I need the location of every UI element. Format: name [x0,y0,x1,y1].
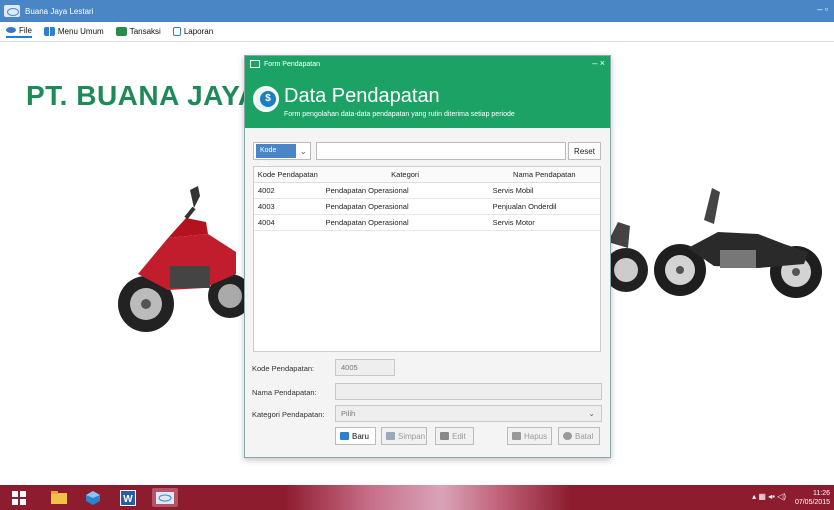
menu-file[interactable]: File [6,26,32,38]
column-header-nama[interactable]: Nama Pendapatan [489,167,600,182]
menu-menu-umum[interactable]: Menu Umum [43,27,104,36]
save-icon [386,432,395,440]
file-icon [6,27,16,33]
dialog-titlebar[interactable]: Form Pendapatan – × [245,56,610,72]
dialog-window-controls[interactable]: – × [592,58,605,68]
folder-icon [51,490,67,504]
edit-button[interactable]: Edit [435,427,474,445]
kategori-pendapatan-label: Kategori Pendapatan: [252,410,325,419]
edit-icon [440,432,449,440]
filter-field-select[interactable]: Kode Pe... ⌄ [253,142,311,168]
system-tray-icons[interactable]: ▴ ▦ ◂▪ ◁) [752,492,786,501]
system-clock[interactable]: 11:26 07/05/2015 [795,489,830,507]
dialog-header: Data Pendapatan Form pengolahan data-dat… [245,72,610,128]
menu-file-label: File [19,25,32,35]
app-logo-icon [4,5,20,17]
window-icon [250,60,260,68]
menu-laporan-label: Laporan [183,27,214,36]
table-row[interactable]: 4002 Pendapatan Operasional Servis Mobil [254,183,600,199]
batal-button[interactable]: Batal [558,427,600,445]
report-icon [172,27,181,36]
app-logo-icon [156,491,174,504]
company-name: PT. BUANA JAYA [26,80,259,111]
edit-button-label: Edit [452,431,466,441]
menu-transaksi-label: Tansaksi [129,27,161,36]
money-icon [253,86,279,112]
filter-search-input[interactable] [316,142,566,160]
filter-field-value: Kode Pe... [256,144,296,168]
table-header: Kode Pendapatan Kategori Nama Pendapatan [254,167,600,183]
column-header-kode[interactable]: Kode Pendapatan [254,167,322,182]
cancel-icon [563,432,572,440]
table-row[interactable]: 4003 Pendapatan Operasional Penjualan On… [254,199,600,215]
trash-icon [512,432,521,440]
svg-text:W: W [123,494,133,505]
dialog-header-title: Data Pendapatan [284,85,440,107]
cell-kode: 4002 [258,186,275,195]
new-icon [340,432,349,440]
taskbar-app-cube[interactable] [80,488,106,507]
menu-laporan[interactable]: Laporan [172,27,214,36]
word-icon: W [120,489,136,506]
taskbar-buana-app[interactable] [152,488,178,507]
grid-icon [43,27,55,36]
nama-pendapatan-label: Nama Pendapatan: [252,388,317,397]
chevron-down-icon: ⌄ [300,146,307,156]
menu-bar: File Menu Umum Tansaksi Laporan [0,22,834,42]
cell-kode: 4004 [258,218,275,227]
simpan-button-label: Simpan [398,431,426,441]
taskbar-file-explorer[interactable] [46,488,72,507]
column-header-kategori[interactable]: Kategori [322,167,489,182]
cell-kategori: Pendapatan Operasional [325,218,409,227]
kode-pendapatan-label: Kode Pendapatan: [252,364,315,373]
form-pendapatan-dialog: Form Pendapatan – × Data Pendapatan Form… [244,55,611,458]
clock-date: 07/05/2015 [794,499,830,506]
kategori-pendapatan-select[interactable]: Pilih ⌄ [335,405,602,422]
cell-nama: Penjualan Onderdil [492,202,557,211]
taskbar-wallpaper [285,485,570,510]
kode-pendapatan-field[interactable]: 4005 [335,359,395,376]
cell-kategori: Pendapatan Operasional [325,186,409,195]
cube-icon [86,490,100,505]
hapus-button[interactable]: Hapus [507,427,552,445]
taskbar-word[interactable]: W [115,488,141,507]
table-row[interactable]: 4004 Pendapatan Operasional Servis Motor [254,215,600,231]
app-titlebar: Buana Jaya Lestari – ▫ [0,0,834,22]
hapus-button-label: Hapus [524,431,548,441]
batal-button-label: Batal [575,431,594,441]
reset-button[interactable]: Reset [568,142,601,160]
chevron-down-icon: ⌄ [588,409,595,418]
transaction-icon [115,27,127,36]
motorcycle-right-image [608,188,822,298]
baru-button[interactable]: Baru [335,427,376,445]
nama-pendapatan-field[interactable] [335,383,602,400]
app-title: Buana Jaya Lestari [25,6,94,16]
baru-button-label: Baru [352,431,369,441]
cell-nama: Servis Mobil [492,186,534,195]
simpan-button[interactable]: Simpan [381,427,427,445]
cell-kode: 4003 [258,202,275,211]
dialog-window-title: Form Pendapatan [264,60,321,68]
dialog-header-subtitle: Form pengolahan data-data pendapatan yan… [284,111,515,118]
menu-menu-umum-label: Menu Umum [57,27,104,36]
motorcycle-left-image [118,186,248,332]
cell-kategori: Pendapatan Operasional [325,202,409,211]
kategori-pendapatan-value: Pilih [341,409,356,418]
taskbar: W ▴ ▦ ◂▪ ◁) 11:26 07/05/2015 [0,485,834,510]
clock-time: 11:26 [813,490,830,497]
menu-transaksi[interactable]: Tansaksi [115,27,161,36]
pendapatan-table: Kode Pendapatan Kategori Nama Pendapatan… [253,166,601,352]
start-button[interactable] [6,488,32,507]
filter-bar: Kode Pe... ⌄ Reset [253,142,601,168]
windows-icon [12,490,26,505]
cell-nama: Servis Motor [492,218,535,227]
window-controls[interactable]: – ▫ [817,4,828,14]
